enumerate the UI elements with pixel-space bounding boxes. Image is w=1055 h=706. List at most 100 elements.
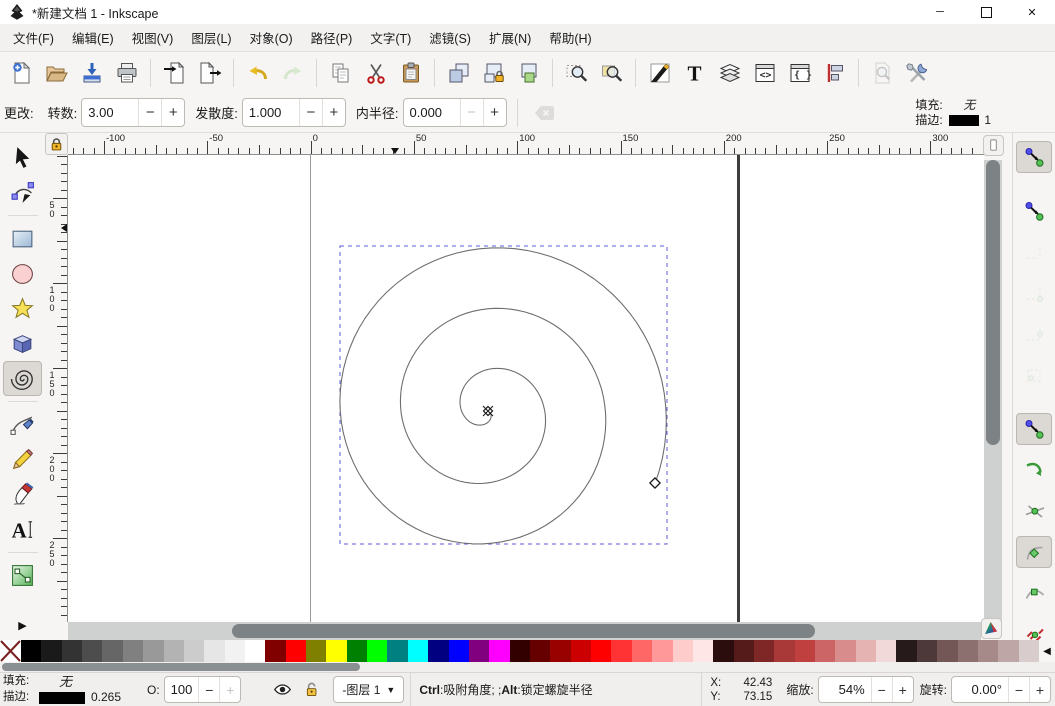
palette-swatch[interactable]: [346, 640, 368, 662]
vertical-scrollbar[interactable]: [984, 160, 1002, 622]
palette-swatch[interactable]: [163, 640, 184, 662]
snap-cusp-nodes-button[interactable]: [1016, 536, 1052, 568]
guide-lock-button[interactable]: [45, 133, 68, 155]
palette-scrollbar-thumb[interactable]: [2, 663, 360, 671]
duplicate-button[interactable]: [441, 56, 476, 90]
spiral-object[interactable]: [339, 247, 667, 545]
layer-visibility-toggle[interactable]: [270, 678, 294, 702]
zoom-selection-button[interactable]: [559, 56, 594, 90]
snap-enable-button[interactable]: [1016, 141, 1052, 173]
drawing-svg[interactable]: [68, 155, 984, 622]
divergence-minus-button[interactable]: −: [298, 99, 322, 126]
palette-swatch[interactable]: [794, 640, 816, 662]
zoom-plus-button[interactable]: +: [891, 677, 913, 702]
cut-button[interactable]: [358, 56, 393, 90]
find-button[interactable]: [865, 56, 900, 90]
fill-stroke-indicator[interactable]: 填充: 无 描边: 0.265: [0, 674, 141, 706]
palette-swatch[interactable]: [652, 640, 673, 662]
snap-to-paths-button[interactable]: [1016, 454, 1052, 486]
pen-tool-button[interactable]: [3, 407, 42, 442]
palette-swatch[interactable]: [529, 640, 551, 662]
menu-item-4[interactable]: 对象(O): [241, 24, 302, 51]
palette-swatch[interactable]: [815, 640, 836, 662]
preferences-button[interactable]: [900, 56, 935, 90]
inner-radius-plus-button[interactable]: +: [482, 99, 506, 126]
palette-swatch[interactable]: [713, 640, 734, 662]
inner-radius-minus-button[interactable]: −: [459, 99, 483, 126]
palette-swatch[interactable]: [428, 640, 449, 662]
turns-spinbox[interactable]: 3.00− +: [81, 98, 186, 127]
palette-swatch[interactable]: [407, 640, 429, 662]
inner-radius-spinbox[interactable]: 0.000− +: [402, 98, 507, 127]
unlink-clone-button[interactable]: [511, 56, 546, 90]
print-button[interactable]: [109, 56, 144, 90]
redo-button[interactable]: [275, 56, 310, 90]
palette-swatch[interactable]: [102, 640, 123, 662]
stroke-width-value[interactable]: 1: [984, 113, 991, 128]
save-document-button[interactable]: [74, 56, 109, 90]
palette-swatch[interactable]: [204, 640, 225, 662]
open-document-button[interactable]: [39, 56, 74, 90]
menu-item-7[interactable]: 滤镜(S): [420, 24, 480, 51]
opacity-spinbox[interactable]: 100 − +: [163, 676, 242, 703]
spiral-tool-button[interactable]: [3, 361, 42, 396]
create-clone-button[interactable]: [476, 56, 511, 90]
divergence-spinbox[interactable]: 1.000− +: [241, 98, 346, 127]
box3d-tool-button[interactable]: [3, 326, 42, 361]
pencil-tool-button[interactable]: [3, 442, 42, 477]
palette-swatch[interactable]: [570, 640, 592, 662]
maximize-button[interactable]: [963, 0, 1009, 24]
star-tool-button[interactable]: [3, 291, 42, 326]
menu-item-2[interactable]: 视图(V): [123, 24, 183, 51]
minimize-button[interactable]: ─: [917, 0, 963, 24]
palette-swatch[interactable]: [82, 640, 103, 662]
snap-bounding-box-button[interactable]: [1016, 195, 1052, 227]
palette-swatch[interactable]: [672, 640, 693, 662]
stroke-color-swatch[interactable]: [39, 691, 85, 704]
snap-bbox-corners-button[interactable]: [1016, 277, 1052, 309]
palette-swatch[interactable]: [1018, 640, 1039, 662]
palette-swatch[interactable]: [774, 640, 795, 662]
snap-path-intersections-button[interactable]: [1016, 495, 1052, 527]
rectangle-tool-button[interactable]: [3, 221, 42, 256]
export-button[interactable]: [192, 56, 227, 90]
palette-swatch[interactable]: [326, 640, 347, 662]
palette-swatch[interactable]: [977, 640, 999, 662]
palette-swatch[interactable]: [631, 640, 653, 662]
layers-dialog-button[interactable]: [712, 56, 747, 90]
palette-swatch[interactable]: [367, 640, 388, 662]
align-distribute-button[interactable]: [817, 56, 852, 90]
palette-swatch[interactable]: [244, 640, 266, 662]
opacity-plus-button[interactable]: +: [219, 677, 240, 702]
turns-value[interactable]: 3.00: [82, 105, 138, 120]
canvas[interactable]: [68, 155, 984, 622]
palette-swatch[interactable]: [957, 640, 978, 662]
calligraphy-tool-button[interactable]: [3, 477, 42, 512]
palette-swatch[interactable]: [937, 640, 958, 662]
color-managed-display-button[interactable]: [981, 618, 1002, 639]
palette-swatch[interactable]: [183, 640, 205, 662]
fill-value[interactable]: 无: [963, 98, 975, 113]
palette-scrollbar[interactable]: [0, 662, 1055, 672]
zoom-minus-button[interactable]: −: [870, 677, 892, 702]
palette-swatch[interactable]: [285, 640, 307, 662]
palette-swatch[interactable]: [916, 640, 938, 662]
reset-defaults-button[interactable]: [528, 96, 563, 130]
object-properties-button[interactable]: { }: [782, 56, 817, 90]
horizontal-ruler[interactable]: -100 -50 0 50 100 150 200 250 300: [68, 133, 984, 155]
text-tool-button[interactable]: A: [3, 512, 42, 547]
layer-lock-toggle[interactable]: [300, 678, 324, 702]
opacity-value[interactable]: 100: [165, 682, 199, 697]
palette-swatch[interactable]: [122, 640, 144, 662]
palette-swatch[interactable]: [753, 640, 775, 662]
inner-radius-value[interactable]: 0.000: [404, 105, 460, 120]
stroke-width-value[interactable]: 0.265: [91, 690, 121, 705]
palette-swatch[interactable]: [41, 640, 62, 662]
ellipse-tool-button[interactable]: [3, 256, 42, 291]
palette-none-swatch[interactable]: [0, 640, 21, 662]
snap-smooth-nodes-button[interactable]: [1016, 577, 1052, 609]
horizontal-scrollbar[interactable]: [68, 622, 981, 640]
vertical-scrollbar-thumb[interactable]: [986, 160, 1000, 445]
palette-swatch[interactable]: [509, 640, 530, 662]
divergence-value[interactable]: 1.000: [243, 105, 299, 120]
